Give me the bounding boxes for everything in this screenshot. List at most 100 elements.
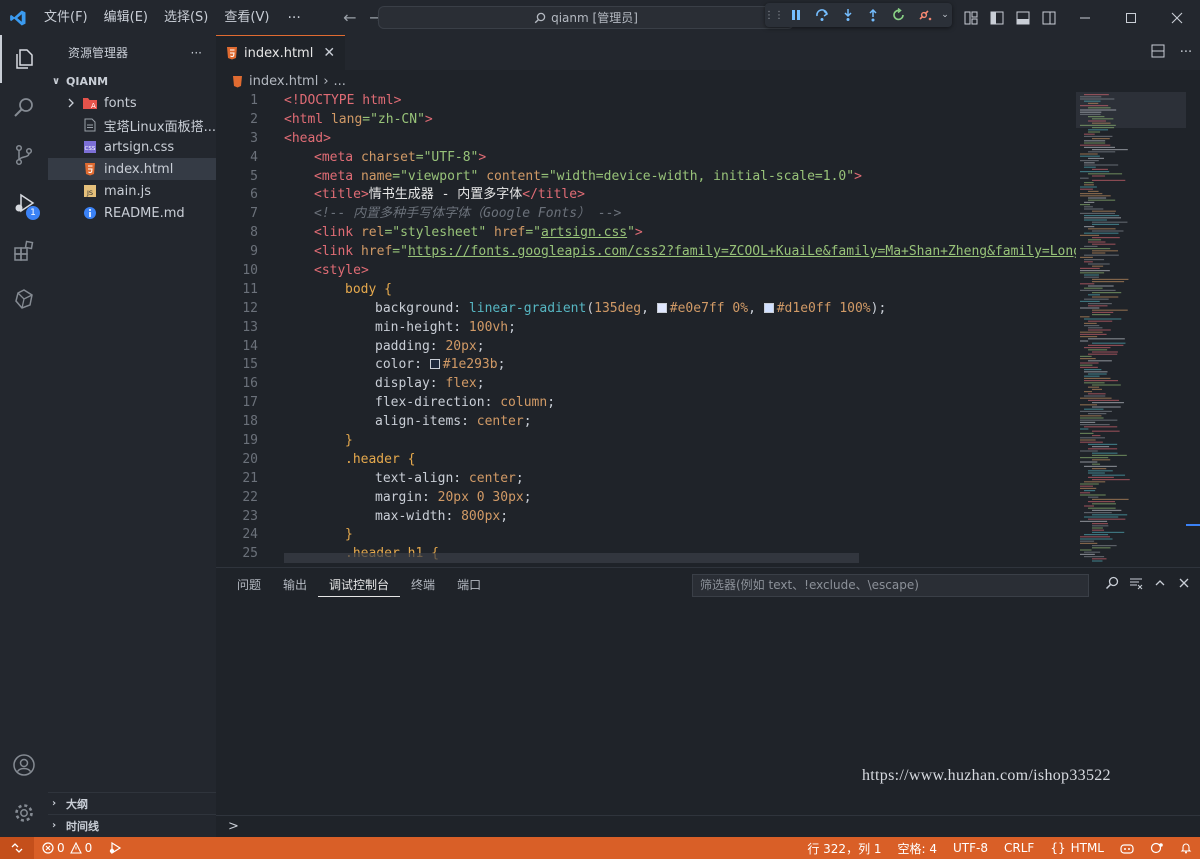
copilot-icon[interactable] <box>1112 842 1142 854</box>
command-center-search[interactable]: qianm [管理员] <box>378 6 794 29</box>
tree-item-index-html[interactable]: index.html <box>48 158 216 180</box>
search-icon[interactable] <box>1100 576 1124 594</box>
toggle-panel-icon[interactable] <box>1010 0 1036 35</box>
tree-item-baota-doc[interactable]: 宝塔Linux面板搭... <box>48 114 216 136</box>
maximize-panel-icon[interactable] <box>1148 577 1172 593</box>
workspace-folder-header[interactable]: ∨ QIANM <box>48 70 216 92</box>
minimap-line <box>1092 454 1127 456</box>
timeline-section-header[interactable]: › 时间线 <box>48 814 216 836</box>
debug-console-input[interactable]: > <box>216 815 1200 837</box>
minimap-line <box>1080 144 1111 146</box>
explorer-icon[interactable] <box>0 35 48 83</box>
remote-explorer-icon[interactable] <box>0 275 48 323</box>
tree-item-fonts[interactable]: A fonts <box>48 92 216 114</box>
customize-layout-icon[interactable] <box>958 0 984 35</box>
notifications-bell-icon[interactable] <box>1172 842 1200 854</box>
drag-handle-icon[interactable]: ⋮⋮ <box>764 3 784 27</box>
maximize-icon[interactable] <box>1108 0 1154 35</box>
breadcrumb-symbol[interactable]: ... <box>334 74 346 89</box>
language-mode[interactable]: {} HTML <box>1042 841 1112 855</box>
extensions-icon[interactable] <box>0 227 48 275</box>
minimap-line <box>1092 243 1116 245</box>
code-line: 19} <box>216 432 1076 451</box>
step-into-icon[interactable] <box>835 3 861 27</box>
end-of-line[interactable]: CRLF <box>996 841 1042 855</box>
tree-item-readme[interactable]: README.md <box>48 202 216 224</box>
minimap-line <box>1080 188 1093 190</box>
line-number: 11 <box>242 281 258 297</box>
minimap-line <box>1092 168 1108 170</box>
tree-item-main-js[interactable]: JS main.js <box>48 180 216 202</box>
step-out-icon[interactable] <box>861 3 887 27</box>
encoding[interactable]: UTF-8 <box>945 841 996 855</box>
tab-terminal[interactable]: 终端 <box>400 568 446 602</box>
menu-view[interactable]: 查看(V) <box>216 0 277 35</box>
line-number: 5 <box>250 168 258 184</box>
tab-debug-console[interactable]: 调试控制台 <box>318 574 401 597</box>
disconnect-icon[interactable] <box>912 3 938 27</box>
pause-icon[interactable] <box>783 3 809 27</box>
minimap-line <box>1088 228 1116 230</box>
tab-output[interactable]: 输出 <box>272 568 318 602</box>
tree-item-label: artsign.css <box>104 139 175 155</box>
minimap-line <box>1092 342 1126 344</box>
minimap-line <box>1084 534 1109 536</box>
minimap[interactable] <box>1076 92 1200 567</box>
source-control-icon[interactable] <box>0 131 48 179</box>
close-tab-icon[interactable]: ✕ <box>323 45 335 61</box>
chevron-down-icon[interactable]: ⌄ <box>938 3 952 27</box>
minimap-line <box>1084 232 1119 234</box>
cursor-position[interactable]: 行 322，列 1 <box>799 840 889 857</box>
feedback-icon[interactable] <box>1142 842 1172 854</box>
minimap-line <box>1088 320 1113 322</box>
debug-launch-icon[interactable] <box>100 842 130 854</box>
code-editor[interactable]: 1 <!DOCTYPE html> 2 <html lang="zh-CN"> 3 <… <box>216 92 1076 562</box>
clear-console-icon[interactable] <box>1124 576 1148 594</box>
minimap-line <box>1080 404 1098 406</box>
minimap-line <box>1092 296 1119 298</box>
line-number: 19 <box>242 433 258 449</box>
minimap-line <box>1092 292 1122 294</box>
toggle-secondary-sidebar-icon[interactable] <box>1036 0 1062 35</box>
step-over-icon[interactable] <box>809 3 835 27</box>
vertical-scrollbar[interactable] <box>1186 92 1200 567</box>
minimize-icon[interactable] <box>1062 0 1108 35</box>
restart-icon[interactable] <box>886 3 912 27</box>
minimap-line <box>1088 151 1116 153</box>
minimap-line <box>1092 525 1109 527</box>
toggle-primary-sidebar-icon[interactable] <box>984 0 1010 35</box>
minimap-line <box>1084 556 1105 558</box>
more-actions-button[interactable]: ··· <box>1172 45 1200 60</box>
file-icon <box>82 117 98 133</box>
split-editor-icon[interactable] <box>1144 44 1172 62</box>
manage-gear-icon[interactable] <box>0 789 48 837</box>
close-panel-icon[interactable] <box>1172 577 1196 593</box>
breadcrumb-file[interactable]: index.html <box>249 74 318 89</box>
filter-input[interactable]: 筛选器(例如 text、!exclude、\escape) <box>692 574 1089 597</box>
account-icon[interactable] <box>0 741 48 789</box>
code-line: 15 color: #1e293b; <box>216 356 1076 375</box>
menu-more-button[interactable]: ··· <box>277 10 310 26</box>
run-and-debug-icon[interactable]: 1 <box>0 179 48 227</box>
minimap-line <box>1084 551 1101 553</box>
tab-ports[interactable]: 端口 <box>446 568 492 602</box>
search-icon[interactable] <box>0 83 48 131</box>
indentation[interactable]: 空格: 4 <box>890 840 946 857</box>
menu-edit[interactable]: 编辑(E) <box>96 0 156 35</box>
explorer-more-button[interactable]: ··· <box>191 46 202 60</box>
menu-selection[interactable]: 选择(S) <box>156 0 216 35</box>
outline-section-header[interactable]: › 大纲 <box>48 792 216 814</box>
minimap-line <box>1080 439 1096 441</box>
status-bar: 0 0 行 322，列 1 空格: 4 UTF-8 CRLF {} HTML <box>0 837 1200 859</box>
tab-index-html[interactable]: index.html ✕ <box>216 35 346 70</box>
tree-item-artsign-css[interactable]: CSS artsign.css <box>48 136 216 158</box>
horizontal-scrollbar[interactable] <box>284 553 859 563</box>
problems-status[interactable]: 0 0 <box>34 841 100 855</box>
minimap-line <box>1084 219 1107 221</box>
tab-problems[interactable]: 问题 <box>226 568 272 602</box>
minimap-line <box>1084 395 1106 397</box>
menu-file[interactable]: 文件(F) <box>36 0 96 35</box>
close-window-icon[interactable] <box>1154 0 1200 35</box>
remote-indicator-icon[interactable] <box>0 837 34 859</box>
back-arrow-icon[interactable]: ← <box>337 8 363 27</box>
